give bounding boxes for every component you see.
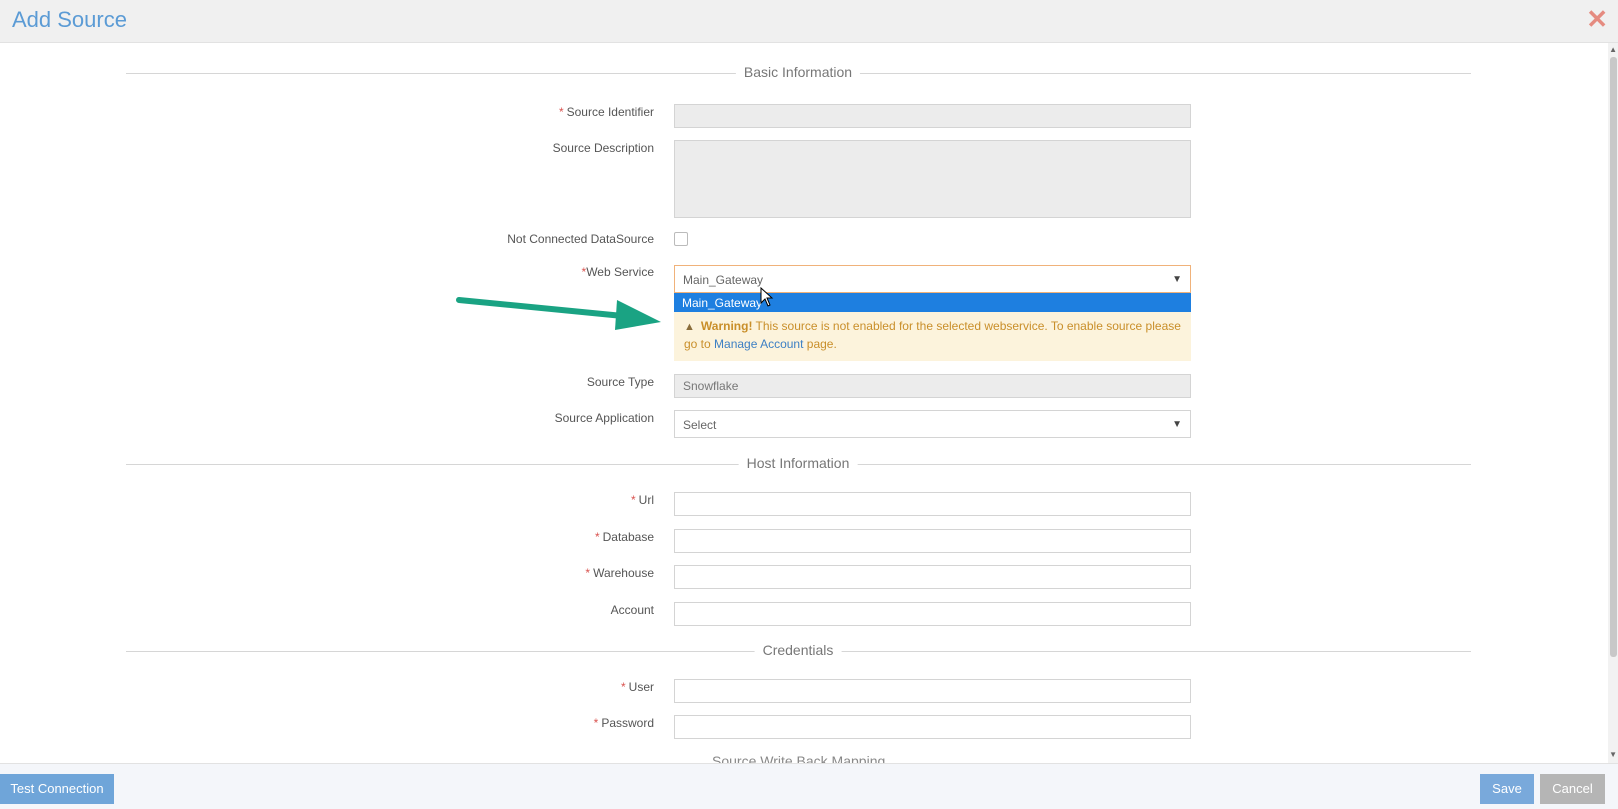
manage-account-link[interactable]: Manage Account [714,337,803,351]
section-divider-basic: Basic Information [126,64,1471,80]
warning-alert: ▲ Warning! This source is not enabled for… [674,312,1191,361]
chevron-down-icon: ▼ [1172,419,1182,430]
warning-title: Warning! [700,319,753,333]
mouse-cursor-icon [760,287,774,307]
source-application-value: Select [683,418,717,432]
web-service-option-main-gateway[interactable]: Main_Gateway [674,293,1191,312]
annotation-arrow-icon [456,297,661,330]
section-title-basic: Basic Information [735,64,861,80]
not-connected-label: Not Connected DataSource [507,232,654,246]
save-button[interactable]: Save [1480,774,1534,804]
not-connected-checkbox[interactable] [674,232,688,246]
url-input[interactable] [674,492,1191,516]
source-identifier-label: * Source Identifier [558,105,654,119]
dialog-footer: Test Connection Save Cancel [0,763,1618,809]
password-label: * Password [593,716,654,730]
database-label: * Database [594,530,654,544]
close-icon[interactable]: ✕ [1586,4,1608,35]
account-input[interactable] [674,602,1191,626]
scroll-down-icon[interactable]: ▼ [1609,750,1617,759]
source-identifier-input[interactable] [674,104,1191,128]
warehouse-input[interactable] [674,565,1191,589]
warehouse-label: * Warehouse [585,566,654,580]
dialog-header: Add Source ✕ [0,0,1618,43]
source-type-input: Snowflake [674,374,1191,398]
section-title-host: Host Information [738,455,858,471]
web-service-label: *Web Service [581,265,654,279]
user-label: * User [620,680,654,694]
password-input[interactable] [674,715,1191,739]
test-connection-button[interactable]: Test Connection [0,774,114,804]
account-label: Account [610,603,654,617]
vertical-scrollbar[interactable] [1608,43,1618,763]
source-application-label: Source Application [554,411,654,425]
cancel-button[interactable]: Cancel [1540,774,1605,804]
section-divider-host: Host Information [126,455,1471,471]
section-divider-credentials: Credentials [126,642,1471,658]
source-application-select[interactable]: Select ▼ [674,410,1191,438]
web-service-value: Main_Gateway [683,273,764,287]
section-title-credentials: Credentials [754,642,842,658]
warning-icon: ▲ [684,321,695,333]
scroll-up-icon[interactable]: ▲ [1609,45,1617,54]
scrollbar-thumb[interactable] [1610,57,1617,657]
user-input[interactable] [674,679,1191,703]
url-label: * Url [631,493,654,507]
source-type-label: Source Type [586,375,654,389]
dialog-title: Add Source [12,7,127,32]
database-input[interactable] [674,529,1191,553]
web-service-select[interactable]: Main_Gateway ▼ [674,265,1191,293]
form-body[interactable]: Basic Information * Source Identifier Sou… [0,43,1618,763]
source-description-label: Source Description [552,141,654,155]
warning-suffix: page. [803,337,837,351]
chevron-down-icon: ▼ [1172,274,1182,285]
source-description-textarea[interactable] [674,140,1191,218]
